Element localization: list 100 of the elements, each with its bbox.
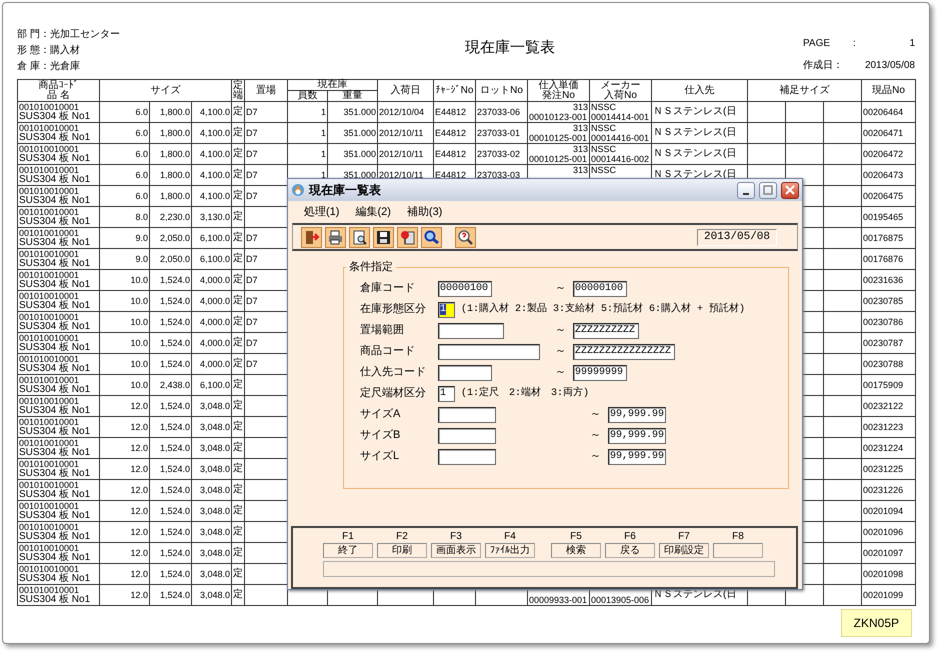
table-cell: 10.0 <box>100 354 150 374</box>
table-cell: 12.0 <box>100 500 150 522</box>
toolbar-button[interactable] <box>325 226 346 248</box>
function-button[interactable]: 印刷設定 <box>659 543 709 558</box>
input-field[interactable] <box>438 448 496 464</box>
table-cell: 10.0 <box>100 270 150 290</box>
product-name: SUS304 板 No1 <box>19 196 90 206</box>
input-field[interactable]: ZZZZZZZZZZ <box>573 322 639 338</box>
table-cell: 定 <box>232 144 244 164</box>
table-cell: 3,048.0 <box>192 458 232 480</box>
function-button[interactable]: 検索 <box>551 543 601 558</box>
toolbar-button[interactable] <box>301 226 322 248</box>
input-field[interactable]: 99999999 <box>573 364 627 380</box>
input-field[interactable]: 99,999.99 <box>608 448 666 464</box>
input-field[interactable] <box>438 406 496 422</box>
close-button[interactable] <box>781 182 799 198</box>
function-button[interactable]: 終了 <box>323 543 373 558</box>
menu-item[interactable]: 補助(3) <box>400 204 448 220</box>
table-cell: 定 <box>232 396 244 416</box>
maker-name: NSSC <box>591 102 616 112</box>
function-button[interactable]: ﾌｧｲﾙ出力 <box>485 543 535 558</box>
table-cell: 00231636 <box>862 270 916 290</box>
table-cell: 定 <box>232 354 244 374</box>
input-field[interactable] <box>438 344 540 360</box>
column-header: 員数 <box>288 90 328 102</box>
function-button[interactable]: 戻る <box>605 543 655 558</box>
toolbar-button[interactable] <box>397 226 418 248</box>
tilde: ～ <box>590 449 602 464</box>
key-label: F2 <box>396 531 408 543</box>
table-cell: 6,100.0 <box>192 248 232 270</box>
minimize-icon <box>743 192 749 194</box>
tilde: ～ <box>555 281 567 296</box>
product-name: SUS304 板 No1 <box>19 343 90 353</box>
header-field: 倉 庫：光倉庫 <box>17 59 217 75</box>
menu-item[interactable]: 処理(1) <box>298 204 346 220</box>
table-cell: ＮＳステンレス(日 <box>652 144 748 164</box>
input-field[interactable] <box>438 364 492 380</box>
table-cell: 00231226 <box>862 480 916 500</box>
table-cell: 12.0 <box>100 438 150 458</box>
field-label: サイズA <box>360 407 402 422</box>
table-cell: 12.0 <box>100 542 150 564</box>
receipt-number: 00014416-002 <box>591 154 650 164</box>
group-title: 条件指定 <box>346 260 396 274</box>
table-cell: 4,100.0 <box>192 164 232 186</box>
table-cell: 8.0 <box>100 206 150 228</box>
column-header: メーカー 入荷No <box>590 80 652 102</box>
table-cell: 3,048.0 <box>192 416 232 438</box>
page-number: 1 <box>908 38 915 51</box>
table-cell: 12.0 <box>100 458 150 480</box>
input-field[interactable]: 00000100 <box>573 280 627 296</box>
function-button[interactable] <box>713 543 763 558</box>
field-label: 倉庫コード <box>360 280 416 296</box>
printer-icon <box>327 228 344 246</box>
toolbar-button[interactable] <box>349 226 370 248</box>
field-label: 置場範囲 <box>360 323 405 338</box>
table-cell: 定 <box>232 438 244 458</box>
save-icon <box>375 228 392 246</box>
table-cell: ＮＳステンレス(日 <box>652 102 748 122</box>
table-cell: D7 <box>244 102 288 122</box>
table-cell: 4,100.0 <box>192 144 232 164</box>
product-code: 001010010001 <box>19 543 80 553</box>
table-cell: 9.0 <box>100 248 150 270</box>
input-field[interactable] <box>438 322 504 338</box>
toolbar-button[interactable] <box>373 226 394 248</box>
field-label: 仕入先コード <box>360 365 427 380</box>
table-cell: D7 <box>244 144 288 164</box>
table-cell: 定 <box>232 416 244 438</box>
product-code: 001010010001 <box>19 501 80 511</box>
function-button[interactable]: 印刷 <box>377 543 427 558</box>
table-cell: 1,800.0 <box>150 164 192 186</box>
field-label: サイズB <box>360 428 402 444</box>
input-field[interactable]: 1 <box>438 302 455 318</box>
menu-item[interactable]: 編集(2) <box>349 204 397 220</box>
table-cell: 00206475 <box>862 186 916 206</box>
toolbar-button[interactable] <box>455 226 476 248</box>
table-cell: 10.0 <box>100 374 150 396</box>
input-field[interactable]: 1 <box>438 386 455 402</box>
input-field[interactable]: ZZZZZZZZZZZZZZZZ <box>573 344 675 360</box>
input-field[interactable]: 00000100 <box>438 280 492 296</box>
table-cell: 定 <box>232 228 244 248</box>
input-field[interactable]: 99,999.99 <box>608 406 666 422</box>
input-field[interactable]: 99,999.99 <box>608 428 666 444</box>
column-header: ロットNo <box>476 80 528 102</box>
table-cell: 1,524.0 <box>150 522 192 542</box>
table-cell: 2012/10/11 <box>378 122 434 144</box>
table-cell: 6,100.0 <box>192 374 232 396</box>
product-name: SUS304 板 No1 <box>19 448 90 458</box>
tilde: ～ <box>590 428 602 444</box>
maximize-icon <box>763 185 773 195</box>
table-cell: 00195465 <box>862 206 916 228</box>
function-button[interactable]: 画面表示 <box>431 543 481 558</box>
toolbar-button[interactable] <box>421 226 442 248</box>
minimize-button[interactable] <box>737 182 755 198</box>
input-field[interactable] <box>438 428 496 444</box>
report-title: 現在庫一覧表 <box>464 38 556 58</box>
table-cell: 1,524.0 <box>150 312 192 332</box>
table-cell: 1,524.0 <box>150 480 192 500</box>
search-icon <box>423 228 440 246</box>
table-cell: 定 <box>232 312 244 332</box>
maker-name: NSSC <box>591 165 616 175</box>
